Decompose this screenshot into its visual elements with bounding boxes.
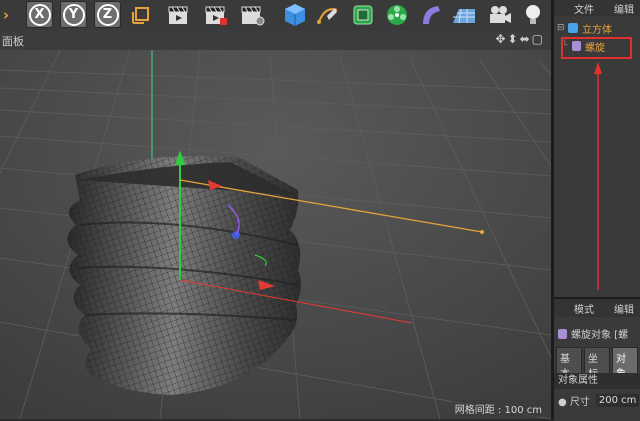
menu-edit-attr[interactable]: 编辑 bbox=[614, 301, 634, 316]
object-row-cube[interactable]: ⊟ 立方体 bbox=[554, 20, 640, 36]
render-to-picture-viewer-icon[interactable] bbox=[203, 1, 230, 28]
viewport-header: 面板 ✥⬍⬌▢ bbox=[0, 30, 551, 50]
object-label-cube[interactable]: 立方体 bbox=[582, 21, 612, 36]
lock-y-button[interactable]: Y bbox=[60, 1, 87, 28]
cube-object-icon bbox=[568, 23, 578, 33]
helix-object[interactable] bbox=[67, 156, 302, 395]
annotation-arrow bbox=[594, 62, 602, 290]
render-settings-icon[interactable] bbox=[239, 1, 266, 28]
deformer-bend-icon[interactable] bbox=[417, 1, 444, 28]
pen-spline-icon[interactable] bbox=[314, 1, 341, 28]
menu-mode[interactable]: 模式 bbox=[574, 301, 594, 316]
x-axis-label: X bbox=[28, 3, 51, 26]
main-toolbar: › X Y Z bbox=[0, 0, 551, 31]
3d-viewport[interactable]: 面板 ✥⬍⬌▢ 网格间距 : 100 cm bbox=[0, 30, 551, 419]
size-field: ● 尺寸 200 cm bbox=[558, 393, 640, 408]
light-icon[interactable] bbox=[519, 1, 546, 28]
attribute-manager-menu: 模式 编辑 bbox=[554, 299, 640, 317]
lock-x-button[interactable]: X bbox=[26, 1, 53, 28]
camera-icon[interactable] bbox=[486, 1, 513, 28]
menu-edit[interactable]: 编辑 bbox=[614, 1, 634, 16]
object-properties-section: 对象属性 bbox=[554, 373, 640, 389]
viewport-nav-icons[interactable]: ✥⬍⬌▢ bbox=[495, 32, 545, 46]
cube-primitive-icon[interactable] bbox=[281, 1, 308, 28]
tree-expand-icon[interactable]: ⊟ bbox=[557, 23, 565, 33]
helix-object-icon bbox=[558, 328, 567, 339]
viewport-scene bbox=[0, 30, 551, 419]
annotation-highlight-box bbox=[561, 37, 632, 59]
lock-z-button[interactable]: Z bbox=[94, 1, 121, 28]
size-input[interactable]: 200 cm bbox=[595, 394, 640, 407]
grid-spacing-readout: 网格间距 : 100 cm bbox=[451, 400, 545, 417]
attribute-manager-panel: 模式 编辑 螺旋对象 [螺 基本 坐标 对象 对象属性 ● 尺寸 200 cm bbox=[554, 297, 640, 421]
z-axis-label: Z bbox=[96, 3, 119, 26]
floor-icon[interactable] bbox=[450, 1, 477, 28]
coordinate-system-icon[interactable] bbox=[127, 1, 154, 28]
render-view-icon[interactable] bbox=[166, 1, 193, 28]
attribute-object-title: 螺旋对象 [螺 bbox=[558, 326, 628, 341]
size-label: ● 尺寸 bbox=[558, 397, 590, 408]
object-manager-menu: 文件 编辑 bbox=[554, 0, 640, 16]
viewport-panel-label: 面板 bbox=[2, 35, 24, 48]
subdivision-surface-icon[interactable] bbox=[349, 1, 376, 28]
attribute-object-name: 螺旋对象 [螺 bbox=[571, 330, 629, 341]
array-cloner-icon[interactable] bbox=[383, 1, 410, 28]
undo-icon[interactable]: › bbox=[0, 1, 12, 28]
menu-file[interactable]: 文件 bbox=[574, 1, 594, 16]
y-axis-label: Y bbox=[62, 3, 85, 26]
